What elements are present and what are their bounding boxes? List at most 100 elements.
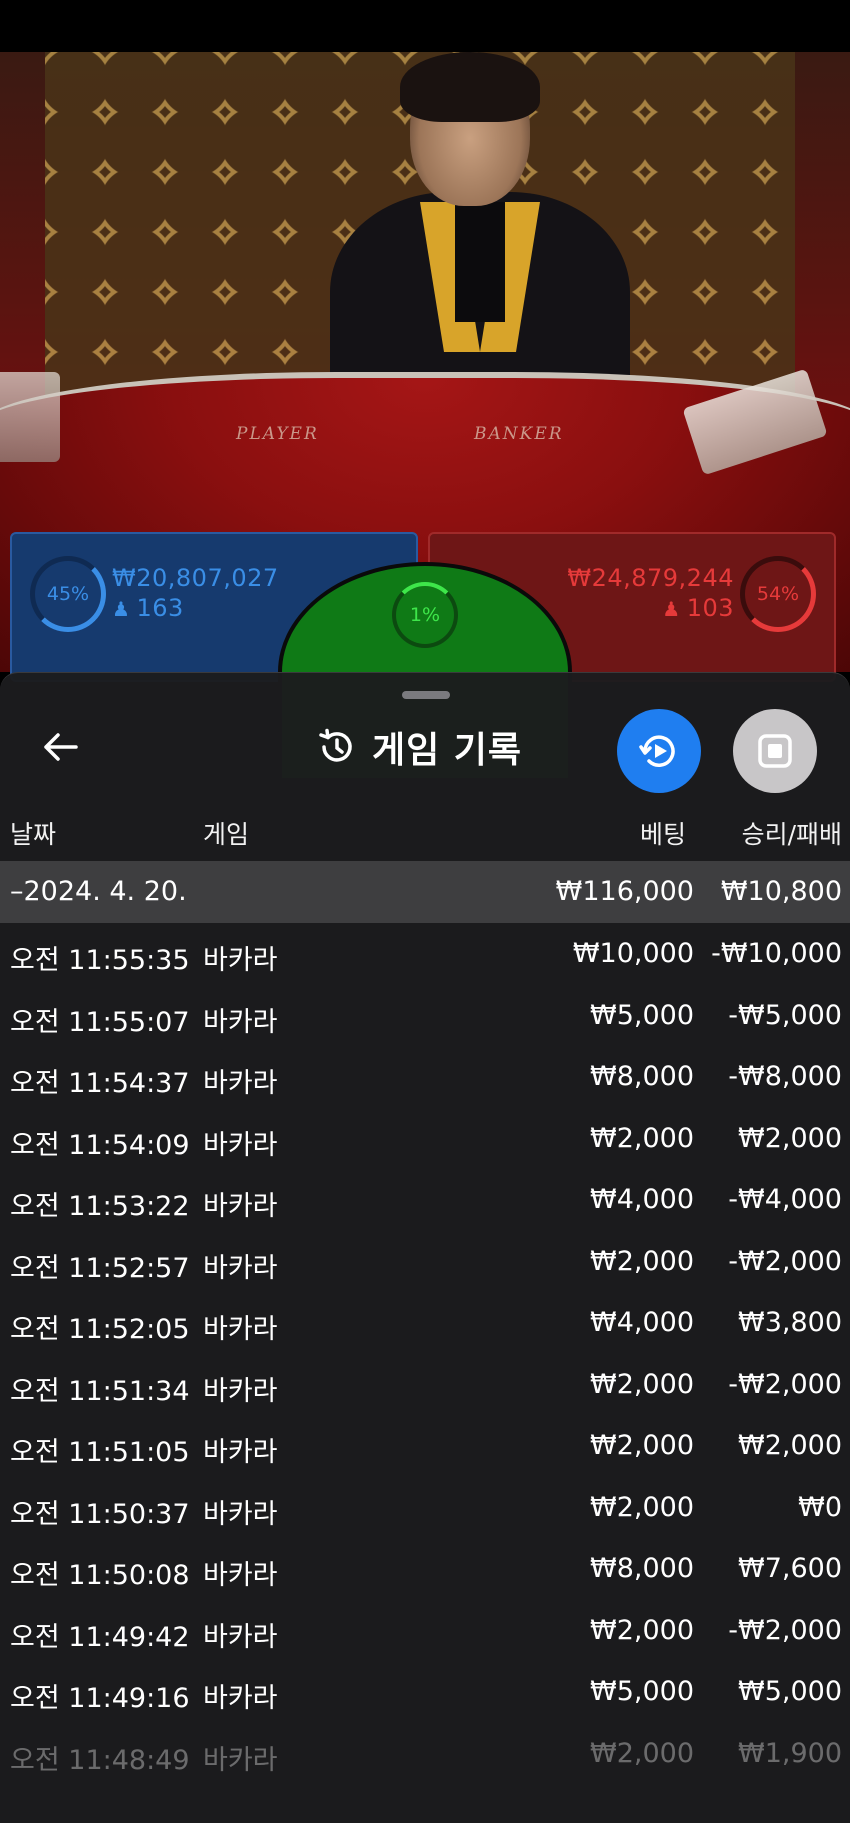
row-bet: ₩10,000 <box>572 938 694 969</box>
player-percent-ring: 45% <box>30 556 106 632</box>
row-bet: ₩2,000 <box>590 1122 694 1154</box>
row-result: -₩2,000 <box>728 1368 842 1400</box>
banker-count-value: 103 <box>686 594 734 622</box>
history-row[interactable]: 오전 11:54:37 바카라 ₩8,000 -₩8,000 <box>0 1046 850 1108</box>
game-history-sheet: 게임 기록 날짜 게임 베팅 승리/패배 –2024. 4. 20. ₩116,… <box>0 672 850 1823</box>
row-bet: ₩2,000 <box>590 1491 694 1523</box>
tie-percent-ring: 1% <box>392 582 458 648</box>
row-time: 오전 11:55:07 <box>10 1006 190 1038</box>
history-row[interactable]: 오전 11:54:09 바카라 ₩2,000 ₩2,000 <box>0 1108 850 1170</box>
history-row[interactable]: 오전 11:49:16 바카라 ₩5,000 ₩5,000 <box>0 1661 850 1723</box>
sheet-drag-handle[interactable] <box>402 691 450 699</box>
column-bet: 베팅 <box>639 820 686 849</box>
stop-button[interactable] <box>733 709 817 793</box>
player-bettor-count: ♟ 163 <box>112 594 184 622</box>
row-time: 오전 11:48:49 <box>10 1744 190 1776</box>
column-date: 날짜 <box>10 820 57 849</box>
banker-bettor-count: ♟ 103 <box>662 594 734 622</box>
row-time: 오전 11:54:09 <box>10 1129 190 1161</box>
row-bet: ₩2,000 <box>590 1245 694 1277</box>
row-time: 오전 11:54:37 <box>10 1068 190 1099</box>
row-time: 오전 11:50:37 <box>10 1498 190 1530</box>
date-group-bet-total: ₩116,000 <box>555 876 694 907</box>
row-bet: ₩4,000 <box>590 1184 694 1215</box>
row-bet: ₩8,000 <box>590 1553 694 1584</box>
banker-percent-ring: 54% <box>740 556 816 632</box>
sheet-header: 게임 기록 <box>316 717 522 777</box>
row-game: 바카라 <box>203 1129 278 1161</box>
column-game: 게임 <box>203 820 250 849</box>
row-time: 오전 11:51:05 <box>10 1437 190 1468</box>
row-result: ₩2,000 <box>738 1430 842 1461</box>
replay-button[interactable] <box>617 709 701 793</box>
row-bet: ₩2,000 <box>590 1737 694 1769</box>
row-game: 바카라 <box>203 1252 278 1284</box>
player-bet-amount: ₩20,807,027 <box>112 564 279 592</box>
row-game: 바카라 <box>203 1683 278 1714</box>
back-button[interactable] <box>30 721 90 773</box>
row-bet: ₩2,000 <box>590 1368 694 1400</box>
history-table-header: 날짜 게임 베팅 승리/패배 <box>0 807 850 855</box>
row-bet: ₩2,000 <box>590 1430 694 1461</box>
history-row[interactable]: 오전 11:49:42 바카라 ₩2,000 -₩2,000 <box>0 1600 850 1662</box>
row-result: ₩1,900 <box>738 1737 842 1769</box>
row-game: 바카라 <box>203 945 278 976</box>
row-result: -₩2,000 <box>728 1614 842 1646</box>
row-game: 바카라 <box>203 1314 278 1345</box>
row-game: 바카라 <box>203 1191 278 1222</box>
player-percent: 45% <box>46 583 90 605</box>
row-result: -₩2,000 <box>728 1245 842 1277</box>
table-player-label: PLAYER <box>236 424 319 444</box>
history-icon <box>319 728 352 762</box>
sheet-title: 게임 기록 <box>372 730 523 771</box>
row-game: 바카라 <box>203 1498 278 1530</box>
column-result: 승리/패배 <box>741 820 842 849</box>
row-result: -₩4,000 <box>728 1184 842 1215</box>
dealer-hair <box>400 52 540 122</box>
row-result: -₩8,000 <box>728 1061 842 1092</box>
row-time: 오전 11:51:34 <box>10 1375 190 1407</box>
row-time: 오전 11:50:08 <box>10 1560 190 1591</box>
date-group-result-total: ₩10,800 <box>720 876 842 907</box>
stop-icon <box>758 734 792 768</box>
date-group-label: –2024. 4. 20. <box>10 876 187 907</box>
status-bar <box>0 0 850 52</box>
date-group-row[interactable]: –2024. 4. 20. ₩116,000 ₩10,800 <box>0 861 850 923</box>
row-game: 바카라 <box>203 1744 278 1776</box>
row-result: ₩5,000 <box>738 1676 842 1707</box>
row-game: 바카라 <box>203 1006 278 1038</box>
history-row[interactable]: 오전 11:51:34 바카라 ₩2,000 -₩2,000 <box>0 1354 850 1416</box>
user-icon: ♟ <box>662 597 681 621</box>
history-row[interactable]: 오전 11:50:37 바카라 ₩2,000 ₩0 <box>0 1477 850 1539</box>
row-time: 오전 11:53:22 <box>10 1191 190 1222</box>
row-bet: ₩5,000 <box>590 1676 694 1707</box>
history-row[interactable]: 오전 11:48:49 바카라 ₩2,000 ₩1,900 <box>0 1723 850 1785</box>
history-row[interactable]: 오전 11:52:57 바카라 ₩2,000 -₩2,000 <box>0 1231 850 1293</box>
history-row[interactable]: 오전 11:55:07 바카라 ₩5,000 -₩5,000 <box>0 985 850 1047</box>
row-game: 바카라 <box>203 1560 278 1591</box>
player-count-value: 163 <box>136 594 184 622</box>
row-game: 바카라 <box>203 1068 278 1099</box>
history-row[interactable]: 오전 11:55:35 바카라 ₩10,000 -₩10,000 <box>0 923 850 985</box>
row-game: 바카라 <box>203 1437 278 1468</box>
row-result: ₩3,800 <box>738 1307 842 1338</box>
history-row[interactable]: 오전 11:50:08 바카라 ₩8,000 ₩7,600 <box>0 1538 850 1600</box>
history-row[interactable]: 오전 11:52:05 바카라 ₩4,000 ₩3,800 <box>0 1292 850 1354</box>
row-game: 바카라 <box>203 1375 278 1407</box>
row-bet: ₩8,000 <box>590 1061 694 1092</box>
row-result: -₩10,000 <box>711 938 842 969</box>
tie-percent: 1% <box>409 604 441 626</box>
history-row[interactable]: 오전 11:51:05 바카라 ₩2,000 ₩2,000 <box>0 1415 850 1477</box>
dealer-shirt <box>455 202 505 322</box>
row-result: ₩0 <box>798 1491 842 1523</box>
row-time: 오전 11:52:05 <box>10 1314 190 1345</box>
user-icon: ♟ <box>112 597 131 621</box>
row-bet: ₩2,000 <box>590 1614 694 1646</box>
row-time: 오전 11:55:35 <box>10 945 190 976</box>
row-time: 오전 11:49:16 <box>10 1683 190 1714</box>
history-table: –2024. 4. 20. ₩116,000 ₩10,800 오전 11:55:… <box>0 861 850 1784</box>
row-result: -₩5,000 <box>728 999 842 1031</box>
row-result: ₩7,600 <box>738 1553 842 1584</box>
history-row[interactable]: 오전 11:53:22 바카라 ₩4,000 -₩4,000 <box>0 1169 850 1231</box>
table-banker-label: BANKER <box>474 424 564 444</box>
